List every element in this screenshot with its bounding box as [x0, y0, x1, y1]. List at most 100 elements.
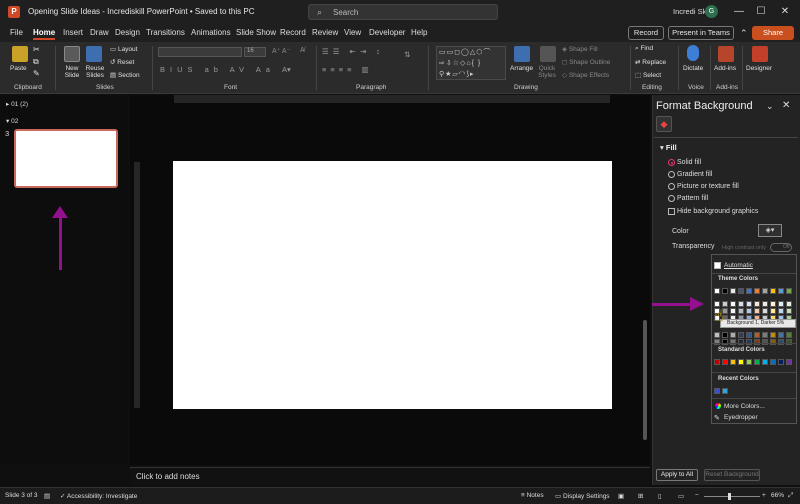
color-swatch[interactable] — [722, 359, 728, 365]
notes-pane[interactable]: Click to add notes — [130, 467, 650, 485]
tab-home[interactable]: Home — [33, 28, 56, 40]
tab-view[interactable]: View — [344, 28, 361, 37]
zoom-level[interactable]: 66% — [771, 492, 784, 499]
replace-button[interactable]: ⇄ Replace — [635, 58, 666, 66]
color-swatch[interactable] — [714, 332, 720, 338]
reuse-slides-button[interactable]: Reuse Slides — [84, 65, 106, 79]
shapes-gallery[interactable]: ▭▭◻◯△⬡⌒ ⇨⇩☆◇⌂{ } ⚲★▱◜◝⟆▸ — [436, 46, 506, 80]
text-direction-icon[interactable]: ⇅ — [404, 50, 410, 59]
add-ins-icon[interactable] — [718, 46, 734, 62]
color-swatch[interactable] — [762, 332, 768, 338]
current-slide[interactable] — [173, 161, 612, 409]
vertical-scrollbar[interactable] — [641, 95, 649, 465]
color-swatch[interactable] — [786, 339, 792, 345]
align-buttons[interactable]: ≡≡≡≡ ▥ — [322, 65, 373, 74]
list-buttons[interactable]: ☰☰ ⇤⇥ ↕ — [322, 47, 384, 56]
color-picker-button[interactable]: ◈▾ — [758, 224, 782, 237]
color-swatch[interactable] — [738, 339, 744, 345]
color-swatch[interactable] — [778, 332, 784, 338]
slide-show-icon[interactable]: ▭ — [678, 492, 684, 500]
color-swatch[interactable] — [738, 359, 744, 365]
dictate-button[interactable]: Dictate — [683, 65, 703, 72]
slide-sorter-icon[interactable]: ⊞ — [638, 492, 643, 500]
color-swatch[interactable] — [746, 359, 752, 365]
more-colors-option[interactable]: More Colors... — [724, 403, 765, 410]
designer-icon[interactable] — [752, 46, 768, 62]
tab-record[interactable]: Record — [280, 28, 306, 37]
record-button[interactable]: Record — [628, 26, 664, 40]
color-swatch[interactable] — [770, 288, 776, 294]
color-swatch[interactable] — [730, 288, 736, 294]
display-settings-button[interactable]: ▭ Display Settings — [555, 492, 610, 500]
solid-fill-radio[interactable] — [668, 159, 675, 166]
color-swatch[interactable] — [786, 301, 792, 307]
reset-button[interactable]: ↺ Reset — [110, 58, 134, 66]
color-swatch[interactable] — [770, 359, 776, 365]
color-swatch[interactable] — [754, 359, 760, 365]
tab-transitions[interactable]: Transitions — [146, 28, 185, 37]
present-in-teams-button[interactable]: Present in Teams — [668, 26, 734, 40]
tab-review[interactable]: Review — [312, 28, 338, 37]
color-swatch[interactable] — [786, 332, 792, 338]
reset-background-button[interactable]: Reset Background — [704, 469, 760, 481]
microphone-icon[interactable] — [687, 45, 699, 61]
pane-close-icon[interactable]: ✕ — [782, 100, 790, 111]
color-swatch[interactable] — [730, 359, 736, 365]
close-icon[interactable]: ✕ — [776, 3, 794, 21]
tab-developer[interactable]: Developer — [369, 28, 405, 37]
color-swatch[interactable] — [746, 301, 752, 307]
layout-button[interactable]: ▭ Layout — [110, 45, 137, 53]
zoom-slider-handle[interactable] — [728, 493, 731, 500]
font-style-buttons[interactable]: BIUS ab AV Aa — [160, 65, 275, 74]
designer-button[interactable]: Designer — [746, 65, 772, 72]
pane-options-icon[interactable]: ⌄ — [766, 101, 774, 112]
maximize-icon[interactable]: ☐ — [752, 3, 770, 21]
normal-view-icon[interactable]: ▣ — [618, 492, 624, 500]
color-swatch[interactable] — [746, 288, 752, 294]
slide-thumbnail[interactable] — [14, 129, 118, 188]
new-slide-button[interactable]: New Slide — [62, 65, 82, 79]
gradient-fill-radio[interactable] — [668, 171, 675, 178]
section-01[interactable]: ▸ 01 (2) — [6, 100, 28, 108]
minimize-icon[interactable]: — — [730, 3, 748, 21]
color-swatch[interactable] — [778, 288, 784, 294]
hide-graphics-checkbox[interactable] — [668, 208, 675, 215]
color-swatch[interactable] — [778, 359, 784, 365]
color-swatch[interactable] — [714, 339, 720, 345]
tab-animations[interactable]: Animations — [191, 28, 231, 37]
color-swatch[interactable] — [738, 332, 744, 338]
cut-icon[interactable]: ✂ — [33, 45, 40, 54]
automatic-option[interactable]: Automatic — [724, 262, 753, 269]
fit-to-window-icon[interactable]: ⤢ — [788, 492, 793, 500]
color-swatch[interactable] — [730, 339, 736, 345]
color-swatch[interactable] — [730, 308, 736, 314]
accessibility-status[interactable]: ✓ Accessibility: Investigate — [60, 492, 137, 500]
tab-insert[interactable]: Insert — [63, 28, 83, 37]
color-swatch[interactable] — [754, 308, 760, 314]
color-swatch[interactable] — [722, 388, 728, 394]
scrollbar-thumb[interactable] — [643, 320, 647, 440]
font-color-icon[interactable]: A▾ — [282, 65, 291, 74]
shape-outline-button[interactable]: ◻ Shape Outline — [562, 58, 610, 66]
color-swatch[interactable] — [714, 388, 720, 394]
section-button[interactable]: ▤ Section — [110, 71, 140, 79]
fill-section-header[interactable]: ▾ Fill — [660, 143, 677, 152]
automatic-swatch[interactable] — [714, 262, 721, 269]
color-swatch[interactable] — [746, 332, 752, 338]
color-swatch[interactable] — [786, 288, 792, 294]
color-swatch[interactable] — [722, 332, 728, 338]
apply-to-all-button[interactable]: Apply to All — [656, 469, 698, 481]
add-ins-button[interactable]: Add-ins — [714, 65, 736, 72]
color-swatch[interactable] — [746, 308, 752, 314]
color-swatch[interactable] — [754, 288, 760, 294]
color-swatch[interactable] — [738, 308, 744, 314]
find-button[interactable]: ⌕ Find — [635, 45, 653, 53]
tab-design[interactable]: Design — [115, 28, 140, 37]
share-button[interactable]: Share — [752, 26, 794, 40]
color-swatch[interactable] — [778, 301, 784, 307]
color-swatch[interactable] — [746, 339, 752, 345]
zoom-in-icon[interactable]: + — [762, 492, 766, 499]
tab-draw[interactable]: Draw — [90, 28, 109, 37]
paste-button[interactable]: Paste — [10, 65, 27, 72]
fill-bucket-icon[interactable]: ◆ — [656, 116, 672, 132]
